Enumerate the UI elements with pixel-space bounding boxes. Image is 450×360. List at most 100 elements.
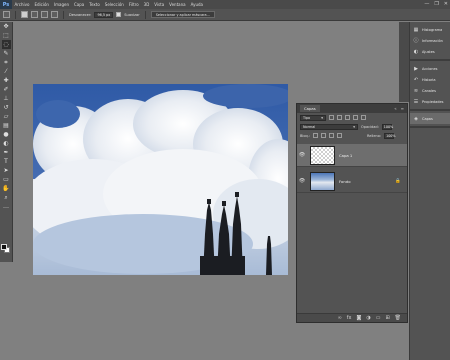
- dodge-icon[interactable]: ◐: [2, 139, 11, 148]
- delete-layer-icon[interactable]: 🗑: [395, 315, 401, 321]
- foreground-color-swatch[interactable]: [1, 244, 7, 250]
- move-icon[interactable]: ✥: [2, 22, 11, 31]
- blend-row: Normal ▾ Opacidad: 100%: [297, 122, 407, 131]
- blend-mode-value: Normal: [303, 124, 316, 129]
- smooth-label: Suavizar: [124, 12, 140, 17]
- add-mask-icon[interactable]: ◙: [356, 315, 361, 321]
- minimize-icon[interactable]: —: [424, 1, 429, 7]
- dock-strip: [399, 22, 409, 102]
- brush-icon[interactable]: ✐: [2, 85, 11, 94]
- crop-icon[interactable]: ⌗: [2, 58, 11, 67]
- restore-icon[interactable]: ❐: [434, 1, 438, 7]
- add-selection-icon[interactable]: [31, 11, 38, 18]
- healing-icon[interactable]: ✚: [2, 76, 11, 85]
- link-layers-icon[interactable]: ∞: [338, 315, 342, 321]
- menu-filtro[interactable]: Filtro: [126, 2, 141, 7]
- opacity-input[interactable]: 100%: [381, 123, 393, 130]
- visibility-eye-icon[interactable]: 👁: [297, 152, 307, 158]
- lock-all-icon[interactable]: [337, 133, 343, 138]
- history-brush-icon[interactable]: ↺: [2, 103, 11, 112]
- lasso-icon[interactable]: ◌: [1, 40, 11, 49]
- dock-item-histograma[interactable]: ▦ Histograma: [410, 24, 450, 35]
- layers-icon: ◈: [414, 115, 418, 122]
- dock-item-canales[interactable]: ≋ Canales: [410, 85, 450, 96]
- menu-archivo[interactable]: Archivo: [12, 2, 32, 7]
- dock-item-historia[interactable]: ↶ Historia: [410, 74, 450, 85]
- dock-label: Canales: [422, 88, 436, 93]
- menu-imagen[interactable]: Imagen: [51, 2, 71, 7]
- dock-item-acciones[interactable]: ▶ Acciones: [410, 63, 450, 74]
- type-icon[interactable]: T: [2, 157, 11, 166]
- dock-item-capas[interactable]: ◈ Capas: [410, 113, 450, 124]
- lock-paint-icon[interactable]: [321, 133, 327, 138]
- dock-item-propiedades[interactable]: ☰ Propiedades: [410, 96, 450, 107]
- panel-menu-icon[interactable]: ≡: [401, 106, 404, 111]
- layers-titlebar: Capas « ≡: [297, 104, 407, 113]
- pen-icon[interactable]: ✒: [2, 148, 11, 157]
- filter-pixel-icon[interactable]: [329, 115, 334, 120]
- dock-label: Capas: [422, 116, 433, 121]
- fill-input[interactable]: 100%: [384, 132, 396, 139]
- more-icon[interactable]: …: [2, 202, 11, 211]
- blend-mode-select[interactable]: Normal ▾: [300, 123, 358, 130]
- lock-move-icon[interactable]: [329, 133, 335, 138]
- filter-smart-icon[interactable]: [361, 115, 366, 120]
- layer-row-fondo[interactable]: 👁 Fondo 🔒: [297, 170, 407, 193]
- intersect-selection-icon[interactable]: [51, 11, 58, 18]
- quick-select-icon[interactable]: ✎: [2, 49, 11, 58]
- subtract-selection-icon[interactable]: [41, 11, 48, 18]
- layer-style-icon[interactable]: fx: [347, 315, 352, 321]
- filter-type-icon[interactable]: [345, 115, 350, 120]
- dock-item-informacion[interactable]: ⓘ Información: [410, 35, 450, 46]
- visibility-eye-icon[interactable]: 👁: [297, 178, 307, 184]
- divider: [63, 10, 64, 19]
- close-icon[interactable]: ✕: [444, 1, 448, 7]
- fill-label: Relleno:: [367, 133, 382, 138]
- filter-shape-icon[interactable]: [353, 115, 358, 120]
- new-selection-icon[interactable]: [21, 11, 28, 18]
- filter-adjust-icon[interactable]: [337, 115, 342, 120]
- eyedropper-icon[interactable]: ⁄: [2, 67, 11, 76]
- hand-icon[interactable]: ✋: [2, 184, 11, 193]
- path-select-icon[interactable]: ➤: [2, 166, 11, 175]
- actions-icon: ▶: [414, 65, 418, 72]
- right-dock: ▦ Histograma ⓘ Información ◐ Ajustes ▶ A…: [409, 22, 450, 360]
- divider: [144, 10, 146, 19]
- marquee-icon[interactable]: ⬚: [2, 31, 11, 40]
- lock-pixels-icon[interactable]: [313, 133, 319, 138]
- blur-icon[interactable]: ●: [2, 130, 11, 139]
- photo-sky-clouds-spires: [33, 84, 288, 275]
- menu-seleccion[interactable]: Selección: [102, 2, 126, 7]
- menu-edicion[interactable]: Edición: [32, 2, 51, 7]
- opacity-label: Opacidad:: [361, 124, 379, 129]
- select-mask-button[interactable]: Seleccionar y aplicar máscara...: [150, 11, 215, 18]
- filter-kind-select[interactable]: Tipo ▾: [300, 114, 326, 121]
- adjustments-icon: ◐: [413, 48, 419, 55]
- feather-input[interactable]: 96,5 px: [94, 11, 114, 18]
- eraser-icon[interactable]: ▱: [2, 112, 11, 121]
- menu-texto[interactable]: Texto: [87, 2, 103, 7]
- menu-ventana[interactable]: Ventana: [167, 2, 188, 7]
- smooth-checkbox[interactable]: [116, 12, 122, 17]
- zoom-icon[interactable]: ⌕: [2, 193, 11, 202]
- properties-icon: ☰: [413, 98, 419, 105]
- shape-icon[interactable]: ▭: [2, 175, 11, 184]
- adjustment-layer-icon[interactable]: ◑: [366, 315, 370, 321]
- document-canvas[interactable]: [33, 84, 288, 275]
- menu-capa[interactable]: Capa: [72, 2, 87, 7]
- stamp-icon[interactable]: ⊥: [2, 94, 11, 103]
- dock-item-ajustes[interactable]: ◐ Ajustes: [410, 46, 450, 57]
- gradient-icon[interactable]: ▤: [2, 121, 11, 130]
- menu-vista[interactable]: Vista: [152, 2, 167, 7]
- menu-ayuda[interactable]: Ayuda: [188, 2, 205, 7]
- tool-preset-icon[interactable]: [3, 11, 10, 18]
- new-layer-icon[interactable]: ⊞: [385, 315, 389, 321]
- new-group-icon[interactable]: ▭: [376, 315, 381, 321]
- layer-row-capa-1[interactable]: 👁 Capa 1: [297, 144, 407, 167]
- menu-3d[interactable]: 3D: [141, 2, 152, 7]
- filter-kind-value: Tipo: [303, 115, 311, 120]
- collapse-icon[interactable]: «: [394, 106, 396, 111]
- history-icon: ↶: [413, 76, 419, 83]
- layer-name: Capa 1: [339, 152, 353, 158]
- tab-capas[interactable]: Capas: [300, 105, 320, 112]
